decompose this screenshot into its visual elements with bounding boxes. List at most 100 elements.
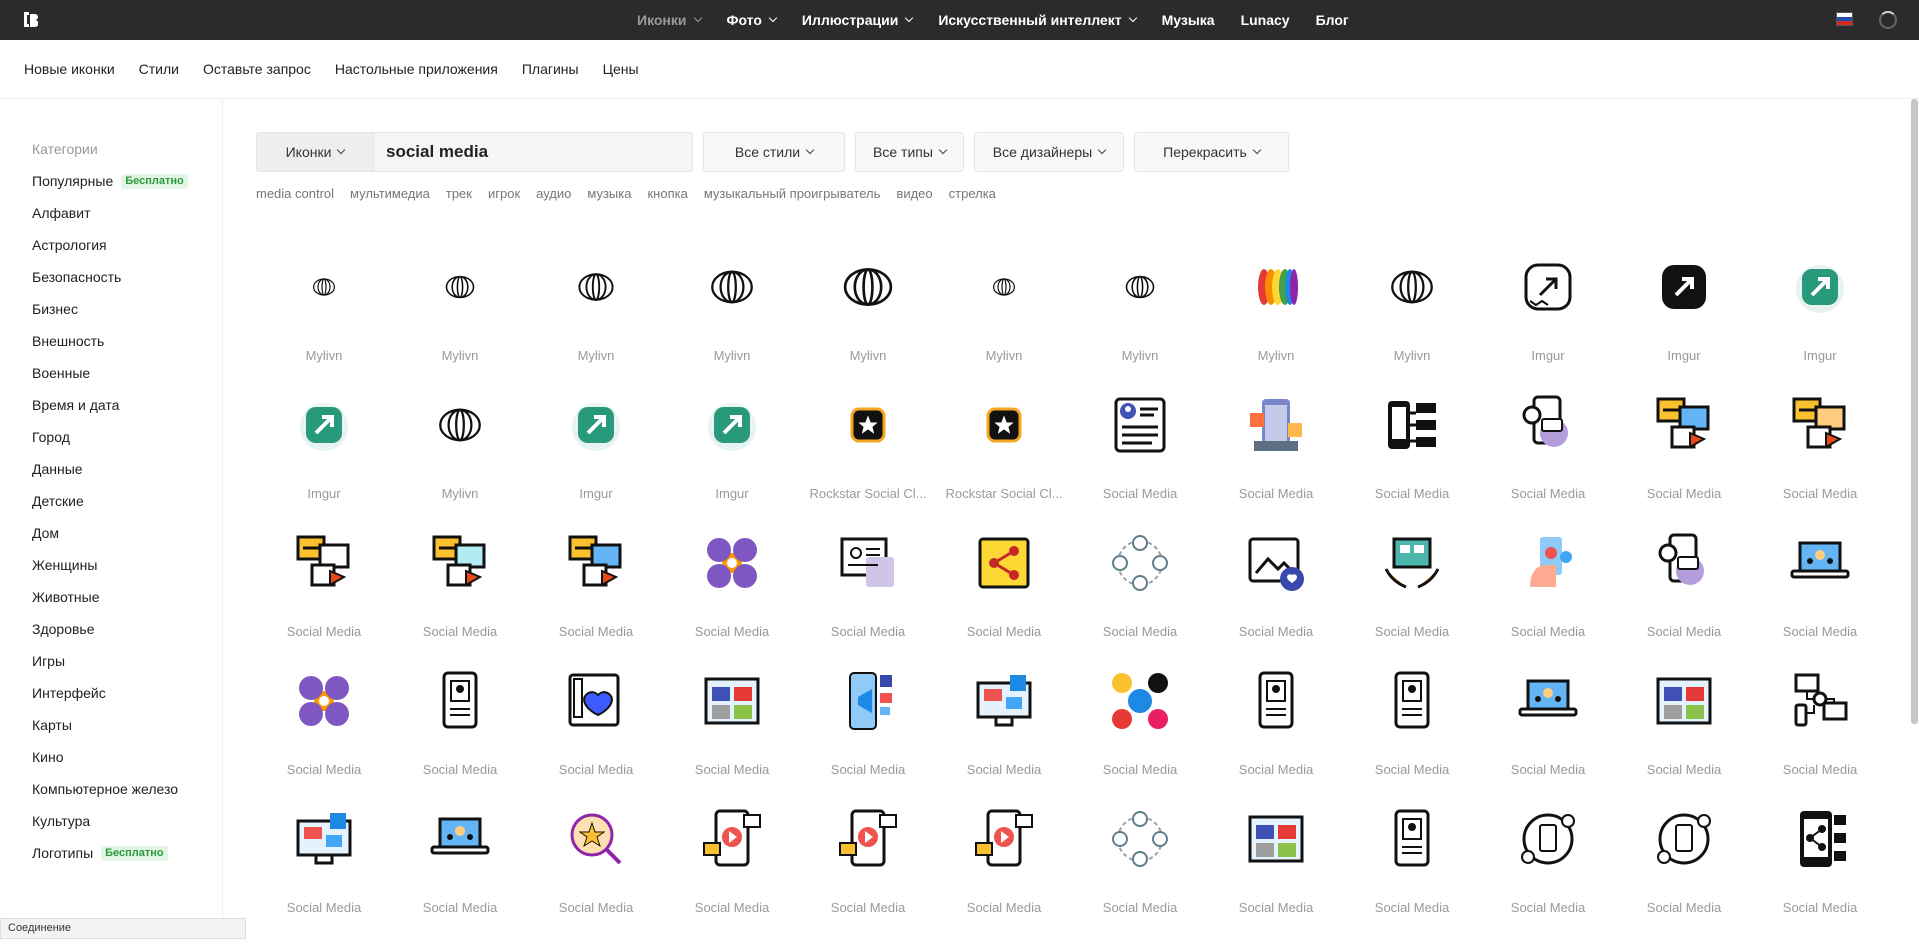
- icon-result-card[interactable]: Social Media: [1344, 531, 1480, 669]
- category-item[interactable]: Внешность: [32, 325, 222, 357]
- icons8-logo-icon[interactable]: [24, 12, 38, 27]
- related-tag[interactable]: музыка: [587, 186, 631, 201]
- top-nav-item[interactable]: Фото: [727, 12, 778, 28]
- icon-result-card[interactable]: Imgur: [528, 393, 664, 531]
- category-item[interactable]: Здоровье: [32, 613, 222, 645]
- icon-result-card[interactable]: Social Media: [1072, 531, 1208, 669]
- subnav-item[interactable]: Настольные приложения: [335, 61, 498, 77]
- icon-result-card[interactable]: Mylivn: [1344, 255, 1480, 393]
- category-item[interactable]: Популярные Бесплатно: [32, 165, 222, 197]
- icon-result-card[interactable]: Social Media: [1480, 669, 1616, 807]
- icon-result-card[interactable]: Social Media: [1344, 393, 1480, 531]
- category-item[interactable]: Кино: [32, 741, 222, 773]
- icon-result-card[interactable]: Social Media: [256, 807, 392, 945]
- icon-result-card[interactable]: Mylivn: [392, 255, 528, 393]
- category-item[interactable]: Город: [32, 421, 222, 453]
- category-item[interactable]: Культура: [32, 805, 222, 837]
- icon-result-card[interactable]: Social Media: [1072, 669, 1208, 807]
- icon-result-card[interactable]: Social Media: [392, 669, 528, 807]
- icon-result-card[interactable]: Social Media: [1344, 807, 1480, 945]
- icon-result-card[interactable]: Social Media: [1480, 393, 1616, 531]
- related-tag[interactable]: мультимедиа: [350, 186, 430, 201]
- related-tag[interactable]: аудио: [536, 186, 571, 201]
- icon-result-card[interactable]: Social Media: [1616, 531, 1752, 669]
- icon-result-card[interactable]: Social Media: [936, 807, 1072, 945]
- icon-result-card[interactable]: Social Media: [800, 807, 936, 945]
- icon-result-card[interactable]: Social Media: [1208, 531, 1344, 669]
- icon-result-card[interactable]: Rockstar Social Cl...: [800, 393, 936, 531]
- icon-result-card[interactable]: Social Media: [800, 669, 936, 807]
- category-item[interactable]: Карты: [32, 709, 222, 741]
- icon-result-card[interactable]: Mylivn: [1072, 255, 1208, 393]
- icon-result-card[interactable]: Social Media: [528, 807, 664, 945]
- category-item[interactable]: Безопасность: [32, 261, 222, 293]
- related-tag[interactable]: media control: [256, 186, 334, 201]
- related-tag[interactable]: трек: [446, 186, 472, 201]
- top-nav-item[interactable]: Блог: [1316, 12, 1349, 28]
- icon-result-card[interactable]: Imgur: [664, 393, 800, 531]
- icon-result-card[interactable]: Social Media: [392, 807, 528, 945]
- type-filter-dropdown[interactable]: Все типы: [855, 132, 964, 172]
- icon-result-card[interactable]: Mylivn: [1208, 255, 1344, 393]
- category-item[interactable]: Интерфейс: [32, 677, 222, 709]
- icon-result-card[interactable]: Social Media: [1752, 807, 1888, 945]
- top-nav-item[interactable]: Иконки: [637, 12, 702, 28]
- icon-result-card[interactable]: Mylivn: [528, 255, 664, 393]
- category-item[interactable]: Время и дата: [32, 389, 222, 421]
- scrollbar[interactable]: [1911, 99, 1918, 724]
- category-item[interactable]: Женщины: [32, 549, 222, 581]
- style-filter-dropdown[interactable]: Все стили: [703, 132, 845, 172]
- category-item[interactable]: Компьютерное железо: [32, 773, 222, 805]
- icon-result-card[interactable]: Social Media: [1208, 807, 1344, 945]
- related-tag[interactable]: музыкальный проигрыватель: [704, 186, 881, 201]
- subnav-item[interactable]: Цены: [603, 61, 639, 77]
- icon-result-card[interactable]: Social Media: [1208, 393, 1344, 531]
- subnav-item[interactable]: Плагины: [522, 61, 579, 77]
- icon-result-card[interactable]: Social Media: [1480, 531, 1616, 669]
- category-item[interactable]: Дом: [32, 517, 222, 549]
- category-item[interactable]: Астрология: [32, 229, 222, 261]
- top-nav-item[interactable]: Искусственный интеллект: [938, 12, 1137, 28]
- icon-result-card[interactable]: Social Media: [1208, 669, 1344, 807]
- icon-result-card[interactable]: Social Media: [1616, 393, 1752, 531]
- search-input[interactable]: [374, 133, 692, 171]
- icon-result-card[interactable]: Social Media: [528, 669, 664, 807]
- icon-result-card[interactable]: Social Media: [1752, 531, 1888, 669]
- icon-result-card[interactable]: Social Media: [664, 531, 800, 669]
- icon-result-card[interactable]: Social Media: [1072, 393, 1208, 531]
- icon-result-card[interactable]: Social Media: [1344, 669, 1480, 807]
- top-nav-item[interactable]: Музыка: [1162, 12, 1215, 28]
- category-item[interactable]: Игры: [32, 645, 222, 677]
- subnav-item[interactable]: Стили: [139, 61, 179, 77]
- icon-result-card[interactable]: Social Media: [936, 669, 1072, 807]
- icon-result-card[interactable]: Mylivn: [392, 393, 528, 531]
- icon-result-card[interactable]: Mylivn: [800, 255, 936, 393]
- top-nav-item[interactable]: Иллюстрации: [802, 12, 914, 28]
- subnav-item[interactable]: Оставьте запрос: [203, 61, 311, 77]
- icon-result-card[interactable]: Social Media: [664, 669, 800, 807]
- russian-flag-icon[interactable]: [1836, 12, 1853, 26]
- icon-result-card[interactable]: Social Media: [936, 531, 1072, 669]
- subnav-item[interactable]: Новые иконки: [24, 61, 115, 77]
- icon-result-card[interactable]: Social Media: [392, 531, 528, 669]
- top-nav-item[interactable]: Lunacy: [1241, 12, 1290, 28]
- icon-result-card[interactable]: Social Media: [256, 669, 392, 807]
- icon-result-card[interactable]: Social Media: [1752, 669, 1888, 807]
- icon-result-card[interactable]: Social Media: [664, 807, 800, 945]
- icon-result-card[interactable]: Social Media: [1752, 393, 1888, 531]
- icon-result-card[interactable]: Imgur: [1616, 255, 1752, 393]
- search-type-dropdown[interactable]: Иконки: [257, 133, 374, 171]
- category-item[interactable]: Бизнес: [32, 293, 222, 325]
- icon-result-card[interactable]: Social Media: [256, 531, 392, 669]
- category-item[interactable]: Военные: [32, 357, 222, 389]
- related-tag[interactable]: игрок: [488, 186, 520, 201]
- icon-result-card[interactable]: Social Media: [1616, 669, 1752, 807]
- category-item[interactable]: Детские: [32, 485, 222, 517]
- icon-result-card[interactable]: Imgur: [1752, 255, 1888, 393]
- category-item[interactable]: Данные: [32, 453, 222, 485]
- icon-result-card[interactable]: Mylivn: [936, 255, 1072, 393]
- category-item[interactable]: Животные: [32, 581, 222, 613]
- icon-result-card[interactable]: Social Media: [528, 531, 664, 669]
- recolor-dropdown[interactable]: Перекрасить: [1134, 132, 1289, 172]
- icon-result-card[interactable]: Imgur: [256, 393, 392, 531]
